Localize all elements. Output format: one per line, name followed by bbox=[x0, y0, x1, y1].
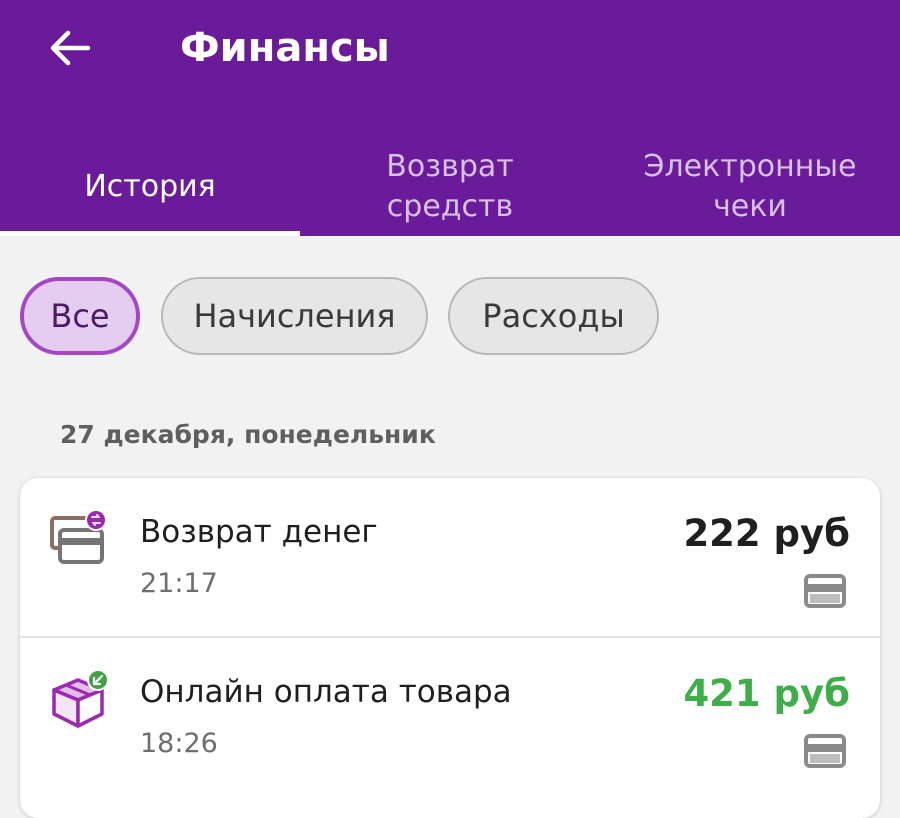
filter-all-chip[interactable]: Все bbox=[20, 277, 140, 355]
tab-receipts-label: Электронные чеки bbox=[643, 149, 857, 224]
transaction-amount: 222 руб bbox=[683, 512, 850, 555]
transaction-time: 21:17 bbox=[140, 568, 218, 599]
transaction-row[interactable]: Онлайн оплата товара 18:26 421 руб bbox=[20, 638, 880, 796]
page-title: Финансы bbox=[180, 25, 390, 71]
refund-card-icon bbox=[50, 509, 107, 564]
filter-expenses-chip[interactable]: Расходы bbox=[448, 277, 659, 355]
tab-refunds[interactable]: Возврат средств bbox=[300, 138, 600, 236]
filter-income-chip[interactable]: Начисления bbox=[161, 277, 428, 355]
transaction-amount: 421 руб bbox=[683, 672, 850, 715]
transaction-title: Возврат денег bbox=[140, 514, 378, 550]
arrow-left-icon bbox=[50, 30, 91, 66]
back-button[interactable] bbox=[44, 24, 96, 72]
tab-history-label: История bbox=[84, 169, 216, 204]
date-header: 27 декабря, понедельник bbox=[60, 420, 436, 449]
card-icon bbox=[804, 734, 846, 768]
transaction-row[interactable]: Возврат денег 21:17 222 руб bbox=[20, 478, 880, 636]
app-bar: Финансы История Возврат средств Электрон… bbox=[0, 0, 900, 236]
filter-all-label: Все bbox=[50, 297, 110, 335]
tab-receipts[interactable]: Электронные чеки bbox=[600, 138, 900, 236]
transaction-time: 18:26 bbox=[140, 728, 218, 759]
filter-expenses-label: Расходы bbox=[482, 297, 625, 335]
tab-history[interactable]: История bbox=[0, 138, 300, 236]
card-icon bbox=[804, 574, 846, 608]
tab-refunds-label: Возврат средств bbox=[386, 149, 514, 224]
filter-income-label: Начисления bbox=[193, 297, 396, 335]
transaction-title: Онлайн оплата товара bbox=[140, 674, 512, 710]
transactions-card: Возврат денег 21:17 222 руб Онлайн оплат… bbox=[20, 478, 880, 818]
package-incoming-icon bbox=[52, 669, 109, 728]
